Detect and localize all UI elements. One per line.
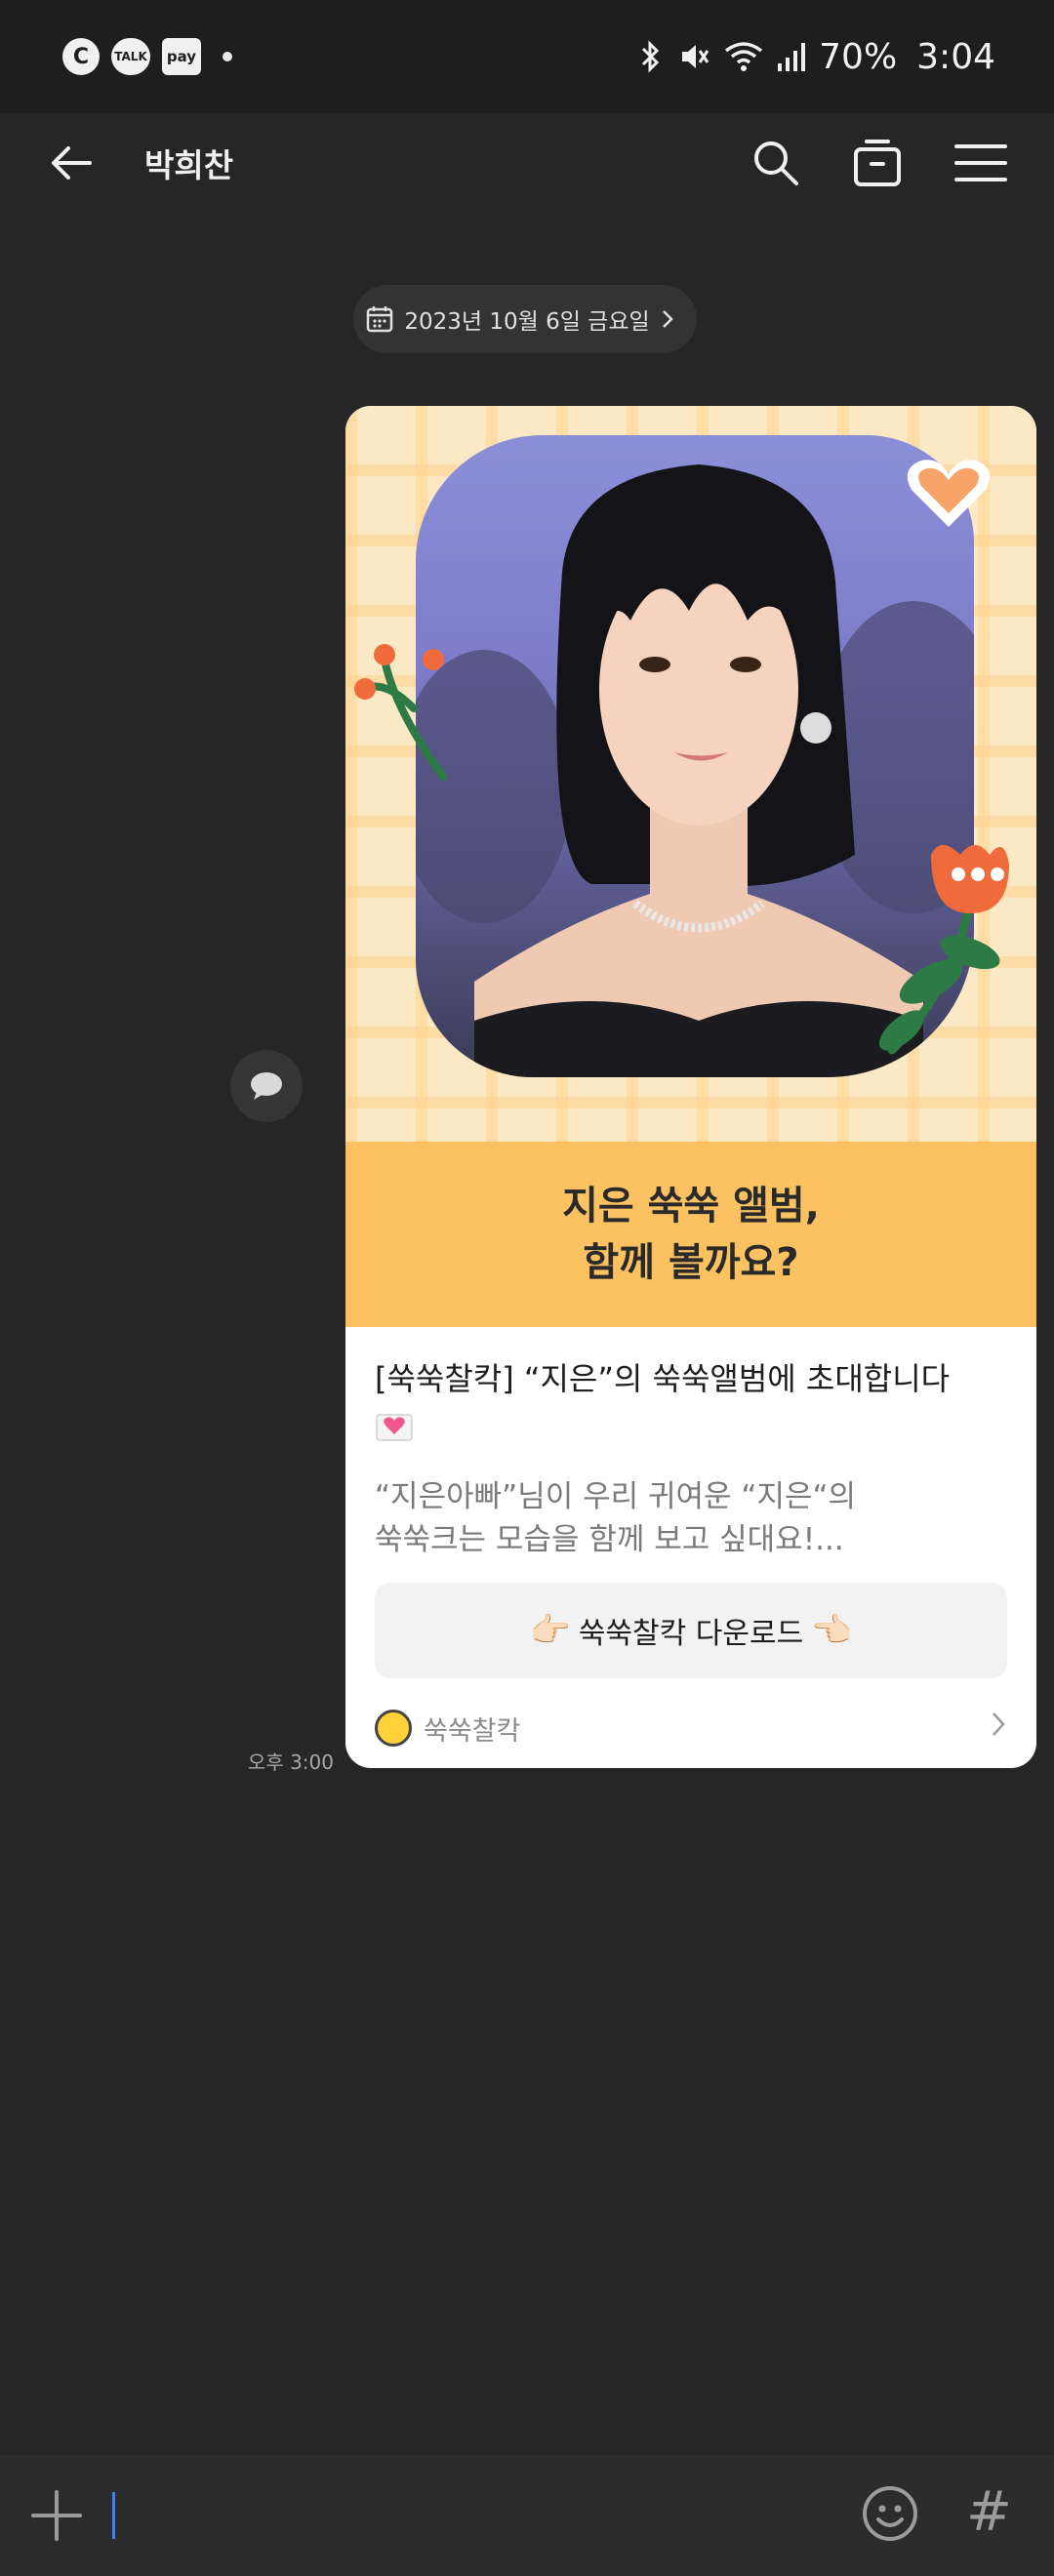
banner-line-1: 지은 쑥쑥 앨범,	[562, 1184, 820, 1228]
card-image	[345, 406, 1036, 1142]
card-title: [쑥쑥찰칵] “지은”의 쑥쑥앨범에 초대합니다	[375, 1356, 1007, 1446]
mute-icon	[682, 45, 709, 68]
plus-icon[interactable]	[29, 2488, 84, 2543]
notification-dot-icon	[223, 52, 232, 61]
download-button-label: 쑥쑥찰칵 다운로드	[578, 1617, 804, 1651]
kakaotalk-icon: TALK	[111, 38, 150, 75]
bluetooth-icon	[642, 40, 660, 73]
battery-level: 70%	[819, 36, 898, 77]
status-right: 70% 3:04	[624, 37, 995, 77]
clock: 3:04	[916, 36, 995, 77]
signal-icon	[778, 43, 806, 71]
calendar-icon	[367, 306, 393, 333]
message-input[interactable]	[112, 2492, 115, 2539]
link-card[interactable]: 지은 쑥쑥 앨범, 함께 볼까요? [쑥쑥찰칵] “지은”의 쑥쑥앨범에 초대합…	[345, 406, 1036, 1768]
card-desc-line-2: 쑥쑥크는 모습을 함께 보고 싶대요!...	[375, 1522, 844, 1557]
tulip-icon	[878, 845, 1009, 1055]
hashtag-icon[interactable]: #	[966, 2480, 1012, 2544]
chat-title: 박희찬	[144, 146, 234, 184]
pointing-right-icon: 👉🏻	[529, 1611, 571, 1650]
date-label: 2023년 10월 6일 금요일	[404, 309, 650, 335]
hamburger-menu-icon[interactable]	[954, 137, 1007, 189]
card-banner: 지은 쑥쑥 앨범, 함께 볼까요?	[345, 1142, 1036, 1327]
chat-header: 박희찬	[0, 113, 1054, 211]
flower-left-icon	[354, 644, 447, 781]
chat-screen: C TALK pay 70% 3:04 박희찬 2023년 10월 6일 금요일…	[0, 0, 1054, 2576]
app-logo-icon	[375, 1710, 412, 1747]
heart-sticker-icon	[907, 460, 991, 527]
card-description: “지은아빠”님이 우리 귀여운 “지은“의 쑥쑥크는 모습을 함께 보고 싶대요…	[375, 1475, 1007, 1561]
emoji-icon[interactable]	[861, 2484, 919, 2543]
card-title-text: [쑥쑥찰칵] “지은”의 쑥쑥앨범에 초대합니다	[375, 1360, 951, 1397]
c-app-icon: C	[62, 38, 100, 75]
banner-line-2: 함께 볼까요?	[583, 1240, 799, 1285]
pointing-left-icon: 👈🏻	[811, 1611, 853, 1650]
heart-letter-icon	[376, 1414, 413, 1441]
status-bar: C TALK pay 70% 3:04	[0, 0, 1054, 113]
date-chip[interactable]: 2023년 10월 6일 금요일	[353, 285, 697, 353]
card-body: [쑥쑥찰칵] “지은”의 쑥쑥앨범에 초대합니다 “지은아빠”님이 우리 귀여운…	[375, 1356, 1007, 1561]
status-left: C TALK pay	[62, 38, 244, 75]
chevron-right-icon	[662, 310, 673, 328]
download-button[interactable]: 👉🏻 쑥쑥찰칵 다운로드 👈🏻	[375, 1583, 1007, 1678]
chevron-right-icon	[993, 1712, 1005, 1736]
share-bubble-button[interactable]	[230, 1050, 303, 1122]
chat-drawer-icon[interactable]	[851, 137, 904, 189]
card-desc-line-1: “지은아빠”님이 우리 귀여운 “지은“의	[375, 1479, 857, 1514]
speech-bubble-icon	[251, 1072, 282, 1100]
back-arrow-icon[interactable]	[47, 139, 96, 187]
message-input-bar: #	[0, 2455, 1054, 2576]
footer-app-name: 쑥쑥찰칵	[424, 1715, 521, 1747]
card-footer[interactable]: 쑥쑥찰칵	[375, 1704, 1007, 1752]
message-timestamp: 오후 3:00	[247, 1751, 334, 1774]
search-icon[interactable]	[750, 137, 802, 189]
wifi-icon	[725, 42, 763, 71]
pay-icon: pay	[162, 38, 201, 75]
